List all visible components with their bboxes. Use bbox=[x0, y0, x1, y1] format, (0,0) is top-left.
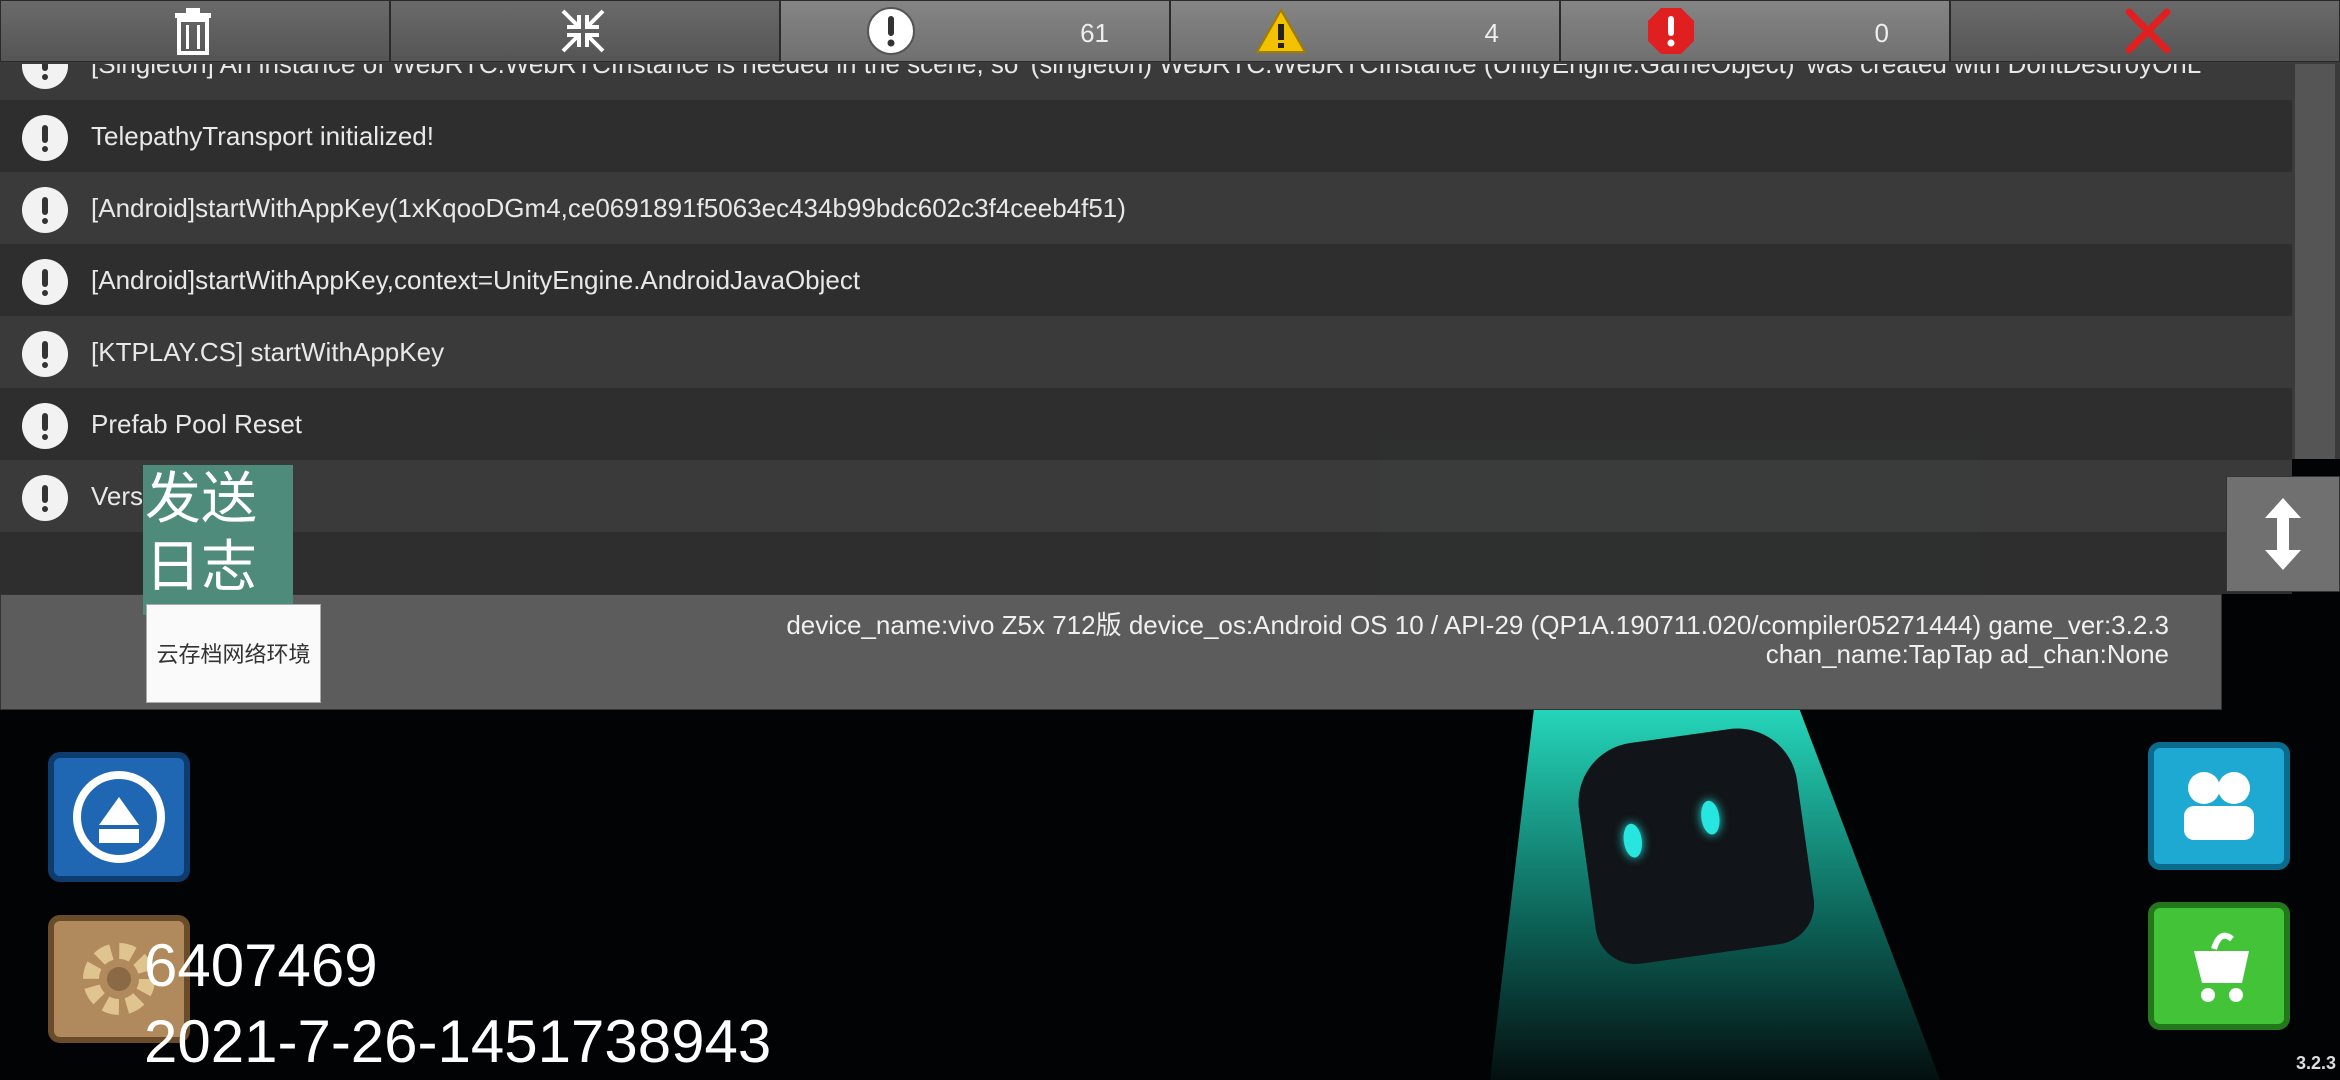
build-stamp: 2021-7-26-1451738943 bbox=[144, 1008, 772, 1075]
collapse-icon bbox=[561, 9, 605, 53]
warning-icon bbox=[1255, 8, 1307, 53]
info-icon bbox=[867, 7, 915, 55]
shield-icon bbox=[73, 771, 165, 863]
close-icon bbox=[2125, 8, 2171, 54]
info-count: 61 bbox=[1080, 18, 1109, 48]
info-icon bbox=[22, 259, 68, 305]
error-filter-button[interactable]: 0 bbox=[1560, 0, 1950, 62]
cloud-save-network-button[interactable]: 云存档网络环境 bbox=[146, 604, 321, 703]
log-entry[interactable]: [Singleton] An instance of WebRTC.WebRTC… bbox=[0, 64, 2292, 100]
info-filter-button[interactable]: 61 bbox=[780, 0, 1170, 62]
clear-log-button[interactable] bbox=[0, 0, 390, 62]
warning-count: 4 bbox=[1484, 18, 1499, 48]
vertical-resize-icon bbox=[2265, 498, 2301, 570]
log-entry[interactable]: TelepathyTransport initialized! bbox=[0, 100, 2292, 172]
collapse-button[interactable] bbox=[390, 0, 780, 62]
character-eye bbox=[1621, 822, 1645, 859]
resize-handle[interactable] bbox=[2226, 476, 2340, 592]
log-entry[interactable]: Vers bbox=[0, 460, 2292, 532]
log-scroll-thumb[interactable] bbox=[2295, 64, 2335, 459]
send-log-button[interactable]: 发送 日志 bbox=[143, 465, 293, 615]
log-entry[interactable]: Prefab Pool Reset bbox=[0, 388, 2292, 460]
log-message: [Android]startWithAppKey,context=UnityEn… bbox=[91, 265, 861, 295]
error-count: 0 bbox=[1874, 18, 1889, 48]
device-info-line: device_name:vivo Z5x 712版 device_os:Andr… bbox=[786, 610, 2169, 640]
log-entry[interactable]: [Android]startWithAppKey,context=UnityEn… bbox=[0, 244, 2292, 316]
log-entry[interactable]: [KTPLAY.CS] startWithAppKey bbox=[0, 316, 2292, 388]
user-id: 6407469 bbox=[144, 932, 378, 999]
info-icon bbox=[22, 115, 68, 161]
log-list[interactable]: [Singleton] An instance of WebRTC.WebRTC… bbox=[0, 64, 2292, 594]
corner-version: 3.2.3 bbox=[2295, 1053, 2336, 1073]
channel-info-line: chan_name:TapTap ad_chan:None bbox=[1765, 639, 2169, 669]
error-icon bbox=[1648, 8, 1694, 54]
log-message: [Android]startWithAppKey(1xKqooDGm4,ce06… bbox=[91, 193, 1126, 223]
log-entry[interactable]: [Android]startWithAppKey(1xKqooDGm4,ce06… bbox=[0, 172, 2292, 244]
character-eye bbox=[1699, 799, 1722, 836]
log-message: Vers bbox=[91, 481, 144, 511]
console-toolbar: 61 4 0 bbox=[0, 0, 2340, 64]
log-message: Prefab Pool Reset bbox=[91, 409, 303, 439]
users-icon bbox=[2184, 772, 2254, 840]
cart-icon bbox=[2194, 932, 2249, 1002]
log-message: [KTPLAY.CS] startWithAppKey bbox=[91, 337, 445, 367]
friends-button[interactable] bbox=[2148, 742, 2290, 870]
trash-icon bbox=[175, 8, 211, 55]
info-icon bbox=[22, 64, 68, 89]
log-message: [Singleton] An instance of WebRTC.WebRTC… bbox=[91, 64, 2202, 79]
log-detail-panel: device_name:vivo Z5x 712版 device_os:Andr… bbox=[0, 594, 2222, 710]
info-icon bbox=[22, 187, 68, 233]
info-icon bbox=[22, 403, 68, 449]
close-console-button[interactable] bbox=[1950, 0, 2340, 62]
anti-addiction-button[interactable] bbox=[48, 752, 190, 882]
info-icon bbox=[22, 475, 68, 521]
send-log-label: 发送 日志 bbox=[145, 467, 257, 598]
shop-button[interactable] bbox=[2148, 902, 2290, 1030]
log-message: TelepathyTransport initialized! bbox=[91, 121, 434, 151]
character-robot bbox=[1570, 720, 1820, 970]
info-icon bbox=[22, 331, 68, 377]
warning-filter-button[interactable]: 4 bbox=[1170, 0, 1560, 62]
